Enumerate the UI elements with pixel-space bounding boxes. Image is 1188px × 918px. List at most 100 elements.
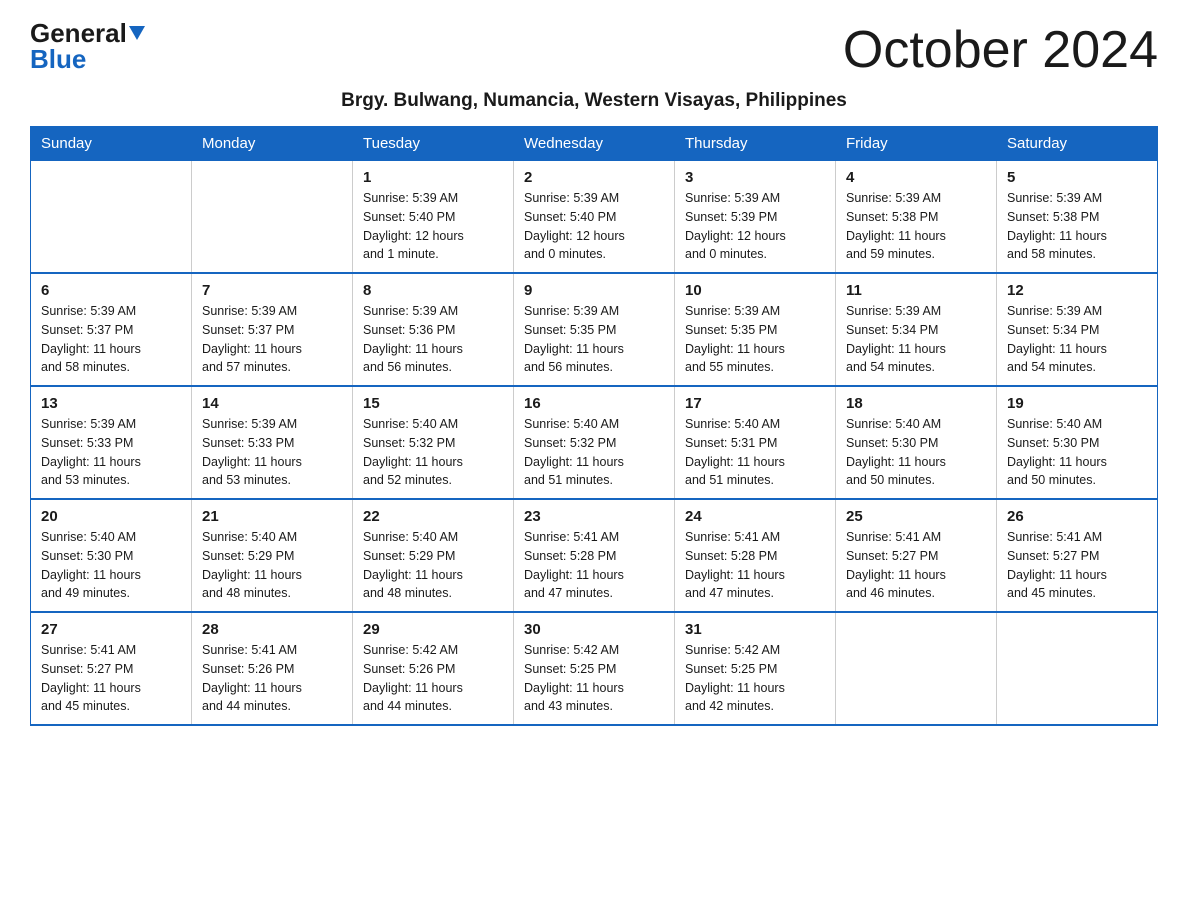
calendar-cell: 25Sunrise: 5:41 AMSunset: 5:27 PMDayligh… <box>836 499 997 612</box>
day-info: Sunrise: 5:39 AMSunset: 5:33 PMDaylight:… <box>202 415 342 490</box>
calendar-cell: 7Sunrise: 5:39 AMSunset: 5:37 PMDaylight… <box>192 273 353 386</box>
day-info: Sunrise: 5:39 AMSunset: 5:38 PMDaylight:… <box>1007 189 1147 264</box>
day-info: Sunrise: 5:41 AMSunset: 5:26 PMDaylight:… <box>202 641 342 716</box>
day-info: Sunrise: 5:41 AMSunset: 5:27 PMDaylight:… <box>41 641 181 716</box>
column-header-wednesday: Wednesday <box>514 127 675 161</box>
day-info: Sunrise: 5:39 AMSunset: 5:33 PMDaylight:… <box>41 415 181 490</box>
day-info: Sunrise: 5:40 AMSunset: 5:32 PMDaylight:… <box>524 415 664 490</box>
column-header-thursday: Thursday <box>675 127 836 161</box>
calendar-cell: 15 Sunrise: 5:40 AMSunset: 5:32 PMDayligh… <box>353 386 514 499</box>
calendar-cell: 29 Sunrise: 5:42 AMSunset: 5:26 PMDayligh… <box>353 612 514 725</box>
day-info: Sunrise: 5:40 AMSunset: 5:31 PMDaylight:… <box>685 415 825 490</box>
day-info: Sunrise: 5:39 AMSunset: 5:38 PMDaylight:… <box>846 189 986 264</box>
day-number: 5 <box>1007 169 1147 186</box>
day-info: Sunrise: 5:41 AMSunset: 5:27 PMDaylight:… <box>1007 528 1147 603</box>
day-info: Sunrise: 5:41 AMSunset: 5:27 PMDaylight:… <box>846 528 986 603</box>
calendar-cell: 10 Sunrise: 5:39 AMSunset: 5:35 PMDayligh… <box>675 273 836 386</box>
day-info: Sunrise: 5:41 AMSunset: 5:28 PMDaylight:… <box>685 528 825 603</box>
day-info: Sunrise: 5:40 AMSunset: 5:29 PMDaylight:… <box>202 528 342 603</box>
day-number: 1 <box>363 169 503 186</box>
day-number: 28 <box>202 621 342 638</box>
calendar-cell: 31 Sunrise: 5:42 AMSunset: 5:25 PMDayligh… <box>675 612 836 725</box>
calendar-cell <box>31 161 192 274</box>
day-number: 16 <box>524 395 664 412</box>
day-number: 17 <box>685 395 825 412</box>
calendar-cell: 26Sunrise: 5:41 AMSunset: 5:27 PMDayligh… <box>997 499 1158 612</box>
day-number: 15 <box>363 395 503 412</box>
day-number: 6 <box>41 282 181 299</box>
calendar-cell: 18 Sunrise: 5:40 AMSunset: 5:30 PMDayligh… <box>836 386 997 499</box>
calendar-cell: 4 Sunrise: 5:39 AMSunset: 5:38 PMDaylight… <box>836 161 997 274</box>
calendar-week-row: 6 Sunrise: 5:39 AMSunset: 5:37 PMDaylight… <box>31 273 1158 386</box>
day-info: Sunrise: 5:40 AMSunset: 5:30 PMDaylight:… <box>41 528 181 603</box>
calendar-cell: 16 Sunrise: 5:40 AMSunset: 5:32 PMDayligh… <box>514 386 675 499</box>
calendar-cell: 11Sunrise: 5:39 AMSunset: 5:34 PMDayligh… <box>836 273 997 386</box>
calendar-cell: 13 Sunrise: 5:39 AMSunset: 5:33 PMDayligh… <box>31 386 192 499</box>
day-number: 29 <box>363 621 503 638</box>
calendar-cell: 20 Sunrise: 5:40 AMSunset: 5:30 PMDayligh… <box>31 499 192 612</box>
calendar-cell: 17 Sunrise: 5:40 AMSunset: 5:31 PMDayligh… <box>675 386 836 499</box>
day-info: Sunrise: 5:39 AMSunset: 5:36 PMDaylight:… <box>363 302 503 377</box>
day-info: Sunrise: 5:39 AMSunset: 5:34 PMDaylight:… <box>1007 302 1147 377</box>
day-info: Sunrise: 5:39 AMSunset: 5:35 PMDaylight:… <box>685 302 825 377</box>
day-number: 18 <box>846 395 986 412</box>
calendar-cell: 8 Sunrise: 5:39 AMSunset: 5:36 PMDaylight… <box>353 273 514 386</box>
day-info: Sunrise: 5:40 AMSunset: 5:30 PMDaylight:… <box>846 415 986 490</box>
calendar-cell: 23 Sunrise: 5:41 AMSunset: 5:28 PMDayligh… <box>514 499 675 612</box>
calendar-cell: 22 Sunrise: 5:40 AMSunset: 5:29 PMDayligh… <box>353 499 514 612</box>
calendar-cell: 24Sunrise: 5:41 AMSunset: 5:28 PMDayligh… <box>675 499 836 612</box>
calendar-cell <box>836 612 997 725</box>
calendar-week-row: 20 Sunrise: 5:40 AMSunset: 5:30 PMDayligh… <box>31 499 1158 612</box>
logo: General Blue <box>30 20 145 72</box>
calendar-table: SundayMondayTuesdayWednesdayThursdayFrid… <box>30 126 1158 726</box>
day-number: 30 <box>524 621 664 638</box>
calendar-cell: 19Sunrise: 5:40 AMSunset: 5:30 PMDayligh… <box>997 386 1158 499</box>
logo-blue-text: Blue <box>30 46 86 72</box>
calendar-cell: 12Sunrise: 5:39 AMSunset: 5:34 PMDayligh… <box>997 273 1158 386</box>
day-number: 11 <box>846 282 986 299</box>
day-number: 23 <box>524 508 664 525</box>
calendar-cell: 1Sunrise: 5:39 AMSunset: 5:40 PMDaylight… <box>353 161 514 274</box>
day-info: Sunrise: 5:41 AMSunset: 5:28 PMDaylight:… <box>524 528 664 603</box>
column-header-monday: Monday <box>192 127 353 161</box>
day-info: Sunrise: 5:42 AMSunset: 5:25 PMDaylight:… <box>524 641 664 716</box>
calendar-cell: 14 Sunrise: 5:39 AMSunset: 5:33 PMDayligh… <box>192 386 353 499</box>
calendar-cell: 30 Sunrise: 5:42 AMSunset: 5:25 PMDayligh… <box>514 612 675 725</box>
calendar-cell <box>192 161 353 274</box>
day-info: Sunrise: 5:39 AMSunset: 5:37 PMDaylight:… <box>41 302 181 377</box>
column-header-friday: Friday <box>836 127 997 161</box>
logo-general-text: General <box>30 20 127 46</box>
day-number: 31 <box>685 621 825 638</box>
day-info: Sunrise: 5:42 AMSunset: 5:26 PMDaylight:… <box>363 641 503 716</box>
day-info: Sunrise: 5:39 AMSunset: 5:40 PMDaylight:… <box>524 189 664 264</box>
calendar-cell: 5 Sunrise: 5:39 AMSunset: 5:38 PMDaylight… <box>997 161 1158 274</box>
column-header-sunday: Sunday <box>31 127 192 161</box>
calendar-cell: 27Sunrise: 5:41 AMSunset: 5:27 PMDayligh… <box>31 612 192 725</box>
day-number: 14 <box>202 395 342 412</box>
calendar-cell: 28 Sunrise: 5:41 AMSunset: 5:26 PMDayligh… <box>192 612 353 725</box>
calendar-week-row: 27Sunrise: 5:41 AMSunset: 5:27 PMDayligh… <box>31 612 1158 725</box>
day-info: Sunrise: 5:40 AMSunset: 5:32 PMDaylight:… <box>363 415 503 490</box>
day-number: 21 <box>202 508 342 525</box>
day-number: 13 <box>41 395 181 412</box>
day-number: 22 <box>363 508 503 525</box>
day-number: 9 <box>524 282 664 299</box>
day-number: 10 <box>685 282 825 299</box>
day-number: 2 <box>524 169 664 186</box>
calendar-header-row: SundayMondayTuesdayWednesdayThursdayFrid… <box>31 127 1158 161</box>
day-info: Sunrise: 5:39 AMSunset: 5:35 PMDaylight:… <box>524 302 664 377</box>
day-number: 8 <box>363 282 503 299</box>
day-info: Sunrise: 5:40 AMSunset: 5:30 PMDaylight:… <box>1007 415 1147 490</box>
calendar-cell: 2 Sunrise: 5:39 AMSunset: 5:40 PMDaylight… <box>514 161 675 274</box>
day-number: 20 <box>41 508 181 525</box>
day-info: Sunrise: 5:42 AMSunset: 5:25 PMDaylight:… <box>685 641 825 716</box>
day-number: 4 <box>846 169 986 186</box>
column-header-tuesday: Tuesday <box>353 127 514 161</box>
calendar-week-row: 13 Sunrise: 5:39 AMSunset: 5:33 PMDayligh… <box>31 386 1158 499</box>
day-number: 3 <box>685 169 825 186</box>
calendar-cell: 6 Sunrise: 5:39 AMSunset: 5:37 PMDaylight… <box>31 273 192 386</box>
calendar-cell <box>997 612 1158 725</box>
logo-triangle-icon <box>129 26 145 40</box>
month-title: October 2024 <box>843 20 1158 80</box>
day-info: Sunrise: 5:40 AMSunset: 5:29 PMDaylight:… <box>363 528 503 603</box>
